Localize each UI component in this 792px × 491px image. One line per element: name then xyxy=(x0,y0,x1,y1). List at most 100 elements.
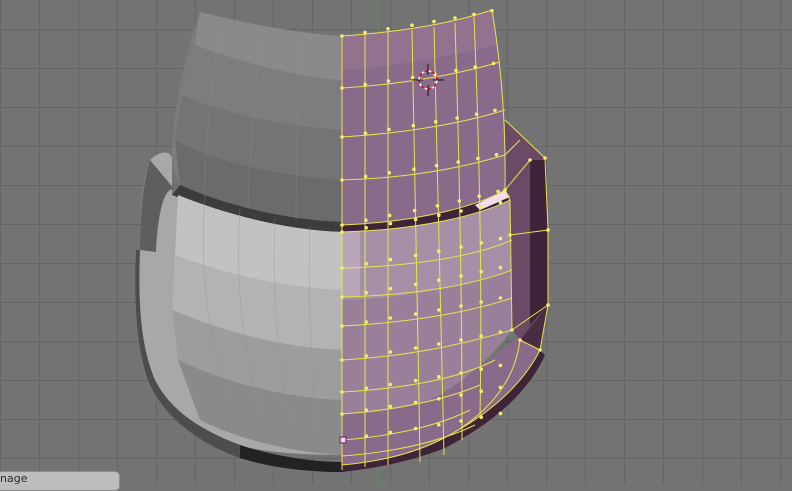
vertex-point[interactable] xyxy=(456,160,461,164)
vertex-point[interactable] xyxy=(388,316,393,320)
vertex-point[interactable] xyxy=(498,411,503,416)
vertex-point[interactable] xyxy=(437,213,441,217)
vertex-point[interactable] xyxy=(455,116,459,120)
vertex-point[interactable] xyxy=(459,371,463,375)
vertex-point[interactable] xyxy=(473,65,478,69)
vertex-point[interactable] xyxy=(459,304,463,308)
vertex-point[interactable] xyxy=(364,291,369,295)
vertex-point[interactable] xyxy=(494,153,499,157)
vertex-point[interactable] xyxy=(340,295,344,299)
vertex-point[interactable] xyxy=(479,205,484,209)
vertex-point[interactable] xyxy=(477,194,481,198)
vertex-point[interactable] xyxy=(498,363,503,368)
vertex-point[interactable] xyxy=(493,108,497,113)
vertex-point[interactable] xyxy=(386,27,390,31)
vertex-point[interactable] xyxy=(491,61,496,66)
vertex-point[interactable] xyxy=(363,174,368,179)
vertex-point[interactable] xyxy=(546,303,550,307)
vertex-point[interactable] xyxy=(340,34,344,38)
vertex-point[interactable] xyxy=(479,300,484,304)
vertex-point[interactable] xyxy=(437,397,441,401)
vertex-point[interactable] xyxy=(498,296,503,300)
vertex-point[interactable] xyxy=(410,23,414,28)
vertex-point[interactable] xyxy=(364,434,369,439)
vertex-point[interactable] xyxy=(498,236,503,241)
vertex-point[interactable] xyxy=(498,265,503,270)
vertex-point[interactable] xyxy=(457,199,462,203)
vertex-point[interactable] xyxy=(538,348,542,352)
vertex-point[interactable] xyxy=(437,278,441,283)
vertex-point[interactable] xyxy=(363,82,368,87)
vertex-point[interactable] xyxy=(479,415,484,420)
vertex-point[interactable] xyxy=(496,189,500,194)
3d-viewport[interactable]: nage xyxy=(0,0,792,491)
vertex-point[interactable] xyxy=(435,204,440,208)
vertex-point[interactable] xyxy=(340,266,344,270)
vertex-point[interactable] xyxy=(340,390,344,394)
vertex-point[interactable] xyxy=(364,218,368,222)
vertex-point[interactable] xyxy=(498,200,503,205)
vertex-point[interactable] xyxy=(459,419,463,423)
vertex-point[interactable] xyxy=(340,223,344,227)
vertex-point[interactable] xyxy=(387,213,392,218)
vertex-point[interactable] xyxy=(433,120,438,124)
vertex-point[interactable] xyxy=(490,9,494,13)
vertex-point[interactable] xyxy=(459,393,463,397)
vertex-point[interactable] xyxy=(363,131,368,135)
vertex-point[interactable] xyxy=(437,423,441,427)
mesh-scene[interactable] xyxy=(0,0,792,485)
vertex-point[interactable] xyxy=(364,226,369,230)
vertex-point[interactable] xyxy=(474,112,479,116)
vertex-point[interactable] xyxy=(413,312,418,316)
vertex-point[interactable] xyxy=(388,286,393,291)
vertex-point[interactable] xyxy=(479,389,484,394)
mesh-right-half-selected[interactable] xyxy=(342,10,548,472)
vertex-point[interactable] xyxy=(386,79,391,83)
vertex-point[interactable] xyxy=(388,404,393,409)
vertex-point[interactable] xyxy=(340,135,344,139)
vertex-point[interactable] xyxy=(411,123,416,128)
vertex-point[interactable] xyxy=(412,208,417,213)
vertex-point[interactable] xyxy=(388,382,393,387)
vertex-point[interactable] xyxy=(476,156,480,161)
vertex-point[interactable] xyxy=(510,328,514,332)
vertex-point[interactable] xyxy=(432,19,436,24)
vertex-marker-icon[interactable] xyxy=(339,436,347,444)
vertex-point[interactable] xyxy=(340,412,344,416)
vertex-point[interactable] xyxy=(472,12,476,17)
vertex-point[interactable] xyxy=(413,378,418,383)
vertex-point[interactable] xyxy=(459,274,463,278)
vertex-point[interactable] xyxy=(413,253,418,258)
vertex-point[interactable] xyxy=(412,167,416,171)
vertex-point[interactable] xyxy=(459,245,463,249)
vertex-point[interactable] xyxy=(479,270,484,274)
vertex-point[interactable] xyxy=(437,375,441,379)
vertex-point[interactable] xyxy=(340,86,344,90)
vertex-point[interactable] xyxy=(413,217,418,222)
vertex-point[interactable] xyxy=(413,426,418,431)
vertex-point[interactable] xyxy=(479,241,484,245)
vertex-point[interactable] xyxy=(434,163,439,168)
vertex-point[interactable] xyxy=(437,249,441,253)
vertex-point[interactable] xyxy=(364,408,369,413)
vertex-point[interactable] xyxy=(364,320,369,324)
vertex-point[interactable] xyxy=(459,209,463,213)
vertex-point[interactable] xyxy=(413,346,418,350)
vertex-point[interactable] xyxy=(340,230,344,234)
vertex-point[interactable] xyxy=(498,330,503,334)
vertex-point[interactable] xyxy=(479,367,484,372)
vertex-point[interactable] xyxy=(437,308,441,312)
vertex-point[interactable] xyxy=(546,228,550,232)
vertex-point[interactable] xyxy=(479,334,484,338)
vertex-point[interactable] xyxy=(410,75,415,80)
vertex-point[interactable] xyxy=(387,127,391,132)
vertex-point[interactable] xyxy=(459,338,463,342)
vertex-point[interactable] xyxy=(340,324,344,328)
vertex-point[interactable] xyxy=(543,156,547,160)
vertex-point[interactable] xyxy=(503,188,507,192)
vertex-point[interactable] xyxy=(388,257,393,262)
mesh-left-half[interactable] xyxy=(135,12,342,472)
vertex-point[interactable] xyxy=(528,158,532,162)
vertex-point[interactable] xyxy=(340,358,344,362)
vertex-point[interactable] xyxy=(387,171,392,175)
